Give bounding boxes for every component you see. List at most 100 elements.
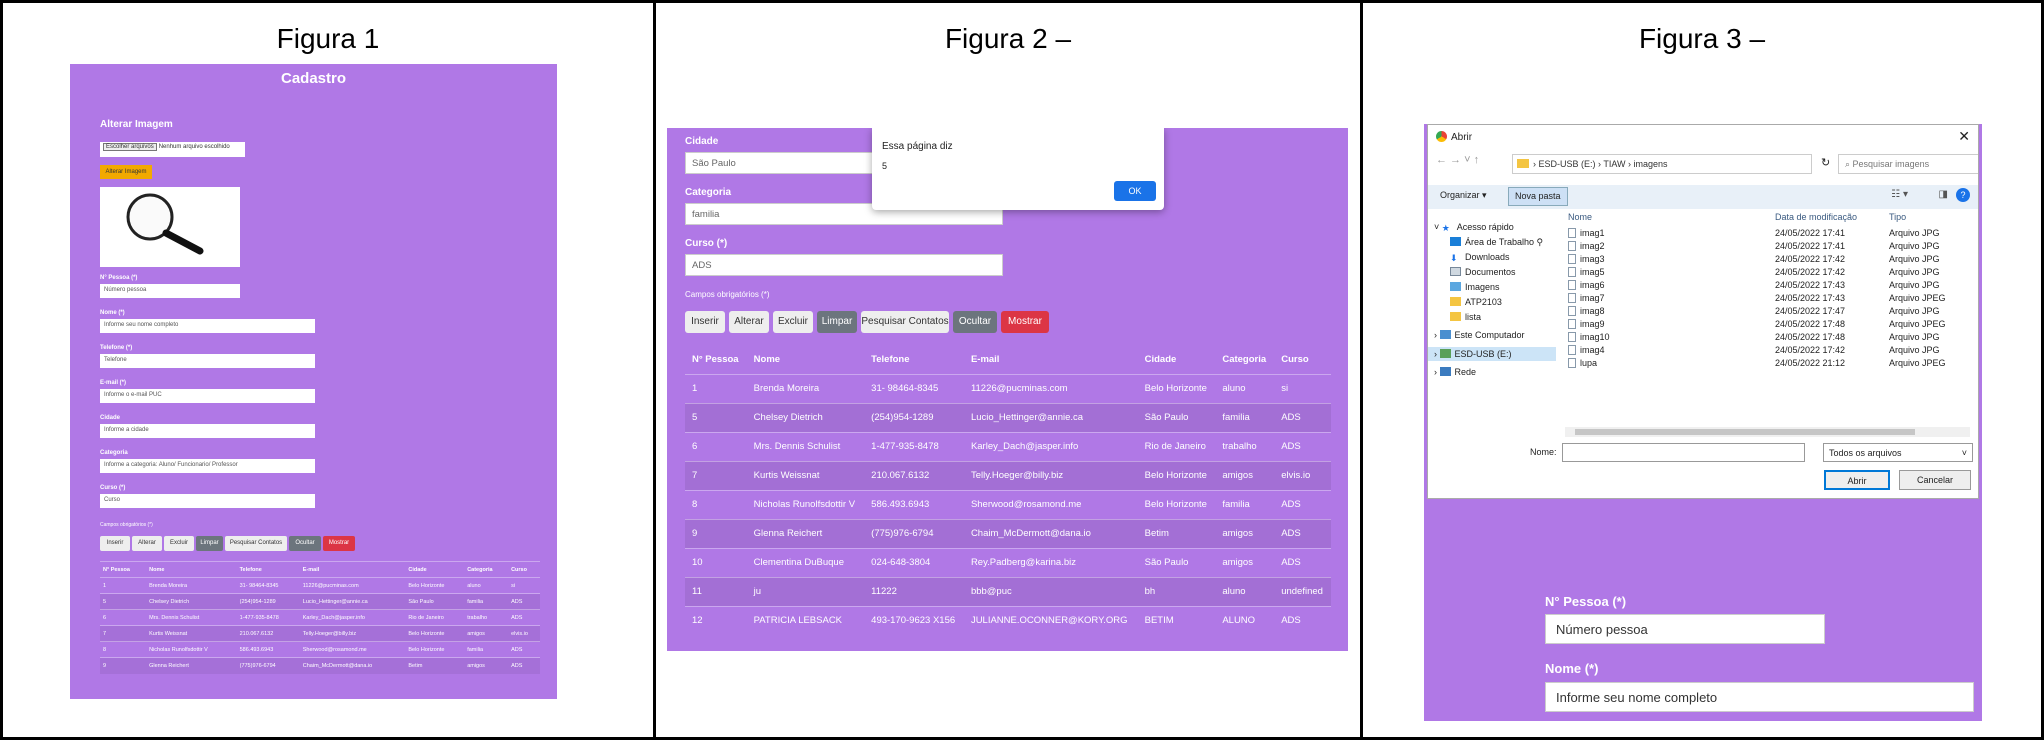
table-cell: 5 xyxy=(100,593,147,610)
table-cell: aluno xyxy=(1215,576,1275,606)
table-row: 9 Glenna Reichert (775)976-6794 Chaim_McDer… xyxy=(100,657,540,674)
ocultar-button[interactable]: Ocultar xyxy=(289,536,321,551)
table-cell: familia xyxy=(1215,402,1275,432)
table-cell: ADS xyxy=(508,593,540,610)
field-label: Cidade xyxy=(685,136,719,147)
pesquisar-contatos-button[interactable]: Pesquisar Contatos xyxy=(225,536,287,551)
file-name[interactable]: imag8 xyxy=(1568,306,1605,316)
categoria-input[interactable]: Informe a categoria: Aluno/ Funcionario/… xyxy=(100,459,315,473)
table-cell: (254)954-1289 xyxy=(864,402,964,432)
table-cell: Rio de Janeiro xyxy=(405,609,465,626)
file-name[interactable]: imag1 xyxy=(1568,228,1605,238)
table-cell: si xyxy=(508,577,540,594)
file-date: 24/05/2022 17:43 xyxy=(1775,280,1846,290)
table-cell: Chaim_McDermott@dana.io xyxy=(299,657,406,674)
table-cell: Kurtis Weissnat xyxy=(146,625,237,642)
file-name[interactable]: imag6 xyxy=(1568,280,1605,290)
file-name[interactable]: lupa xyxy=(1568,358,1597,368)
scroll-thumb[interactable] xyxy=(1575,429,1915,435)
file-name[interactable]: imag7 xyxy=(1568,293,1605,303)
alter-image-button[interactable]: Alterar Imagem xyxy=(100,165,152,179)
inserir-button[interactable]: Inserir xyxy=(685,311,725,333)
file-open-dialog: Abrir ✕ ← → ˅ ↑ › ESD-USB (E:) › TIAW › … xyxy=(1427,124,1979,499)
mostrar-button[interactable]: Mostrar xyxy=(323,536,355,551)
file-type-select[interactable]: Todos os arquivos ˅ xyxy=(1823,443,1973,462)
search-input[interactable]: ⌕ Pesquisar imagens xyxy=(1838,154,1978,174)
col-header-name[interactable]: Nome xyxy=(1568,212,1592,222)
file-name[interactable]: imag10 xyxy=(1568,332,1610,342)
folder-icon xyxy=(1517,159,1529,168)
curso-input[interactable]: Curso xyxy=(100,494,315,508)
ocultar-button[interactable]: Ocultar xyxy=(953,311,997,333)
table-row: 5 Chelsey Dietrich (254)954-1289 Lucio_Hett… xyxy=(100,593,540,610)
horizontal-scrollbar[interactable] xyxy=(1565,427,1970,437)
nav-arrows[interactable]: ← → ˅ ↑ xyxy=(1436,154,1479,166)
nav-this-pc[interactable]: › Este Computador xyxy=(1434,330,1525,340)
table-cell: 1 xyxy=(685,373,747,403)
numero-pessoa-input[interactable]: Número pessoa xyxy=(100,284,240,298)
col-header-type[interactable]: Tipo xyxy=(1889,212,1906,222)
nome-input[interactable]: Informe seu nome completo xyxy=(100,319,315,333)
nav-network[interactable]: › Rede xyxy=(1434,367,1476,377)
file-date: 24/05/2022 17:42 xyxy=(1775,254,1846,264)
nav-atp2103[interactable]: ATP2103 xyxy=(1450,297,1502,307)
filename-input[interactable] xyxy=(1562,443,1805,462)
file-name[interactable]: imag9 xyxy=(1568,319,1605,329)
page-title: Cadastro xyxy=(280,70,347,87)
nav-desktop[interactable]: Área de Trabalho ⚲ xyxy=(1450,237,1543,248)
inserir-button[interactable]: Inserir xyxy=(100,536,130,551)
file-icon xyxy=(1568,319,1576,329)
field-label: Nome (*) xyxy=(1545,661,1599,676)
file-name[interactable]: imag5 xyxy=(1568,267,1605,277)
choose-file-button[interactable]: Escolher arquivos xyxy=(103,143,157,151)
open-button[interactable]: Abrir xyxy=(1824,470,1890,490)
file-status: Nenhum arquivo escolhido xyxy=(158,144,230,150)
table-row: 9 Glenna Reichert (775)976-6794 Chaim_McDer… xyxy=(685,518,1331,548)
email-input[interactable]: Informe o e-mail PUC xyxy=(100,389,315,403)
limpar-button[interactable]: Limpar xyxy=(196,536,223,551)
nav-usb-drive[interactable]: › ESD-USB (E:) xyxy=(1428,347,1556,361)
pesquisar-contatos-button[interactable]: Pesquisar Contatos xyxy=(861,311,949,333)
help-icon[interactable]: ? xyxy=(1956,188,1970,202)
telefone-input[interactable]: Telefone xyxy=(100,354,315,368)
table-cell: São Paulo xyxy=(405,593,465,610)
file-type: Arquivo JPEG xyxy=(1889,293,1946,303)
alterar-button[interactable]: Alterar xyxy=(132,536,162,551)
contacts-table: N° Pessoa Nome Telefone E-mail Cidade Ca… xyxy=(685,346,1331,635)
nav-quick-access[interactable]: ˅ ★ Acesso rápido xyxy=(1434,222,1514,233)
excluir-button[interactable]: Excluir xyxy=(773,311,813,333)
refresh-icon[interactable]: ↻ xyxy=(1821,156,1830,169)
view-options-icon[interactable]: ☷ ▾ xyxy=(1891,189,1908,200)
preview-pane-icon[interactable]: ◨ xyxy=(1939,189,1948,200)
alterar-button[interactable]: Alterar xyxy=(729,311,769,333)
col-header-date[interactable]: Data de modificação xyxy=(1775,212,1857,222)
limpar-button[interactable]: Limpar xyxy=(817,311,857,333)
file-name[interactable]: imag2 xyxy=(1568,241,1605,251)
organize-menu[interactable]: Organizar ▾ xyxy=(1440,190,1487,201)
nav-downloads[interactable]: ⬇ Downloads xyxy=(1450,252,1510,263)
close-icon[interactable]: ✕ xyxy=(1958,128,1970,145)
ok-button[interactable]: OK xyxy=(1114,181,1156,201)
field-label: N° Pessoa (*) xyxy=(1545,594,1627,609)
file-type: Arquivo JPEG xyxy=(1889,319,1946,329)
table-cell: 210.067.6132 xyxy=(236,625,300,642)
file-name[interactable]: imag3 xyxy=(1568,254,1605,264)
excluir-button[interactable]: Excluir xyxy=(164,536,194,551)
cancel-button[interactable]: Cancelar xyxy=(1899,470,1971,490)
file-date: 24/05/2022 17:42 xyxy=(1775,345,1846,355)
numero-pessoa-input[interactable]: Número pessoa xyxy=(1545,614,1825,644)
new-folder-button[interactable]: Nova pasta xyxy=(1508,187,1568,206)
address-bar[interactable]: › ESD-USB (E:) › TIAW › imagens xyxy=(1512,154,1812,174)
table-cell: si xyxy=(1274,373,1331,403)
nome-input[interactable]: Informe seu nome completo xyxy=(1545,682,1974,712)
usb-drive-icon xyxy=(1439,349,1451,358)
file-type: Arquivo JPG xyxy=(1889,280,1940,290)
cidade-input[interactable]: Informe a cidade xyxy=(100,424,315,438)
nav-lista[interactable]: lista xyxy=(1450,312,1481,322)
file-input[interactable]: Escolher arquivos Nenhum arquivo escolhid… xyxy=(100,142,245,157)
mostrar-button[interactable]: Mostrar xyxy=(1001,311,1049,333)
nav-documents[interactable]: Documentos xyxy=(1450,267,1516,277)
nav-images[interactable]: Imagens xyxy=(1450,282,1500,292)
curso-input[interactable]: ADS xyxy=(685,254,1003,276)
file-name[interactable]: imag4 xyxy=(1568,345,1605,355)
